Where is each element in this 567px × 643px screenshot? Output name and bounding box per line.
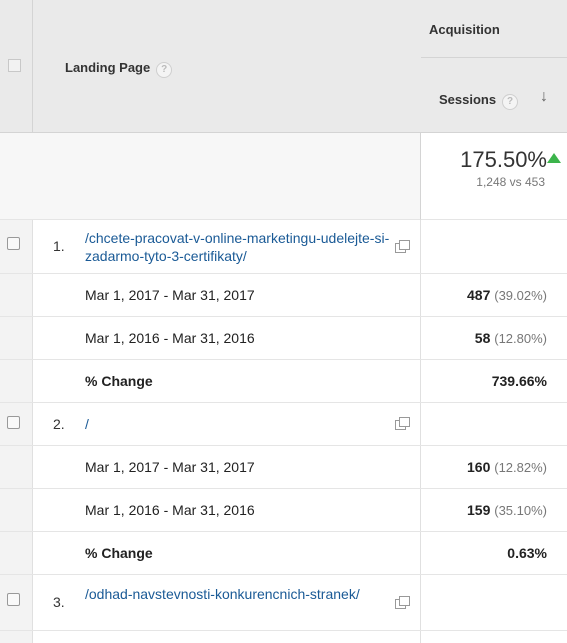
summary-row-empty [0, 133, 421, 220]
change-label-cell: % Change [33, 532, 421, 574]
sessions-share: (39.02%) [494, 288, 547, 303]
sessions-cell [421, 575, 567, 630]
sessions-share: (12.82%) [494, 460, 547, 475]
period-range: Mar 1, 2017 - Mar 31, 2017 [85, 459, 255, 475]
table-row-partial [0, 631, 567, 643]
trend-up-icon [547, 153, 561, 163]
landing-page-cell: 3. /odhad-navstevnosti-konkurencnich-str… [33, 575, 421, 630]
table-row: 3. /odhad-navstevnosti-konkurencnich-str… [0, 575, 567, 631]
landing-page-link[interactable]: /chcete-pracovat-v-online-marketingu-ude… [85, 229, 395, 265]
period-row: Mar 1, 2016 - Mar 31, 2016 159 (35.10%) [0, 489, 567, 532]
period-row: Mar 1, 2017 - Mar 31, 2017 160 (12.82%) [0, 446, 567, 489]
help-icon[interactable]: ? [502, 94, 519, 110]
row-index: 3. [53, 594, 65, 610]
change-row: % Change 0.63% [0, 532, 567, 575]
sessions-cell: 160 (12.82%) [421, 446, 567, 488]
landing-page-report-table: Landing Page? Acquisition Sessions? ↓ 17… [0, 0, 567, 643]
sessions-cell [421, 631, 567, 643]
period-cell: Mar 1, 2016 - Mar 31, 2016 [33, 489, 421, 531]
period-cell: Mar 1, 2017 - Mar 31, 2017 [33, 446, 421, 488]
row-checkbox-cell [0, 446, 33, 488]
period-range: Mar 1, 2017 - Mar 31, 2017 [85, 287, 255, 303]
row-checkbox-cell [0, 403, 33, 445]
landing-page-link[interactable]: / [85, 415, 395, 433]
sessions-cell [421, 220, 567, 273]
period-row: Mar 1, 2017 - Mar 31, 2017 487 (39.02%) [0, 274, 567, 317]
summary-comparison: 1,248 vs 453 [476, 175, 545, 189]
percent-change-label: % Change [85, 545, 153, 561]
help-icon[interactable]: ? [156, 62, 173, 78]
sort-descending-icon[interactable]: ↓ [540, 88, 548, 106]
row-checkbox[interactable] [7, 237, 20, 250]
sessions-cell: 159 (35.10%) [421, 489, 567, 531]
header-checkbox-cell [0, 0, 33, 133]
sessions-cell: 0.63% [421, 532, 567, 574]
summary-sessions-cell: 175.50% 1,248 vs 453 [421, 133, 567, 220]
row-index: 2. [53, 416, 65, 432]
row-index: 1. [53, 238, 65, 254]
row-checkbox[interactable] [7, 416, 20, 429]
row-checkbox-cell [0, 274, 33, 316]
change-label-cell: % Change [33, 360, 421, 402]
header-landing-page[interactable]: Landing Page? [33, 0, 422, 133]
select-all-checkbox[interactable] [8, 59, 21, 72]
row-checkbox-cell [0, 532, 33, 574]
change-row: % Change 739.66% [0, 360, 567, 403]
row-checkbox-cell [0, 317, 33, 359]
row-checkbox[interactable] [7, 593, 20, 606]
open-external-icon[interactable] [395, 417, 410, 430]
sessions-value: 159 [467, 502, 491, 518]
landing-page-cell: 1. /chcete-pracovat-v-online-marketingu-… [33, 220, 421, 273]
landing-page-column-label: Landing Page [65, 60, 151, 75]
period-cell: Mar 1, 2017 - Mar 31, 2017 [33, 274, 421, 316]
row-checkbox-cell [0, 220, 33, 273]
sessions-cell: 739.66% [421, 360, 567, 402]
period-row: Mar 1, 2016 - Mar 31, 2016 58 (12.80%) [0, 317, 567, 360]
period-cell [33, 631, 421, 643]
table-row: 1. /chcete-pracovat-v-online-marketingu-… [0, 220, 567, 274]
percent-change-label: % Change [85, 373, 153, 389]
table-row: 2. / [0, 403, 567, 446]
row-checkbox-cell [0, 575, 33, 630]
percent-change-value: 0.63% [507, 545, 547, 561]
percent-change-value: 739.66% [491, 373, 547, 389]
sessions-share: (12.80%) [494, 331, 547, 346]
landing-page-cell: 2. / [33, 403, 421, 445]
period-range: Mar 1, 2016 - Mar 31, 2016 [85, 330, 255, 346]
open-external-icon[interactable] [395, 240, 410, 253]
sessions-share: (35.10%) [494, 503, 547, 518]
sessions-column-label: Sessions [439, 92, 497, 107]
sessions-cell: 58 (12.80%) [421, 317, 567, 359]
row-checkbox-cell [0, 489, 33, 531]
period-cell: Mar 1, 2016 - Mar 31, 2016 [33, 317, 421, 359]
header-acquisition-group: Acquisition [421, 0, 567, 58]
period-range: Mar 1, 2016 - Mar 31, 2016 [85, 502, 255, 518]
sessions-value: 160 [467, 459, 491, 475]
row-checkbox-cell [0, 360, 33, 402]
sessions-value: 58 [474, 330, 491, 346]
sessions-cell [421, 403, 567, 445]
landing-page-link[interactable]: /odhad-navstevnosti-konkurencnich-strane… [85, 585, 395, 603]
summary-percent-change: 175.50% [460, 147, 547, 172]
open-external-icon[interactable] [395, 596, 410, 609]
sessions-value: 487 [467, 287, 491, 303]
acquisition-group-label: Acquisition [429, 22, 500, 37]
sessions-cell: 487 (39.02%) [421, 274, 567, 316]
header-sessions[interactable]: Sessions? ↓ [421, 58, 567, 133]
row-checkbox-cell [0, 631, 33, 643]
